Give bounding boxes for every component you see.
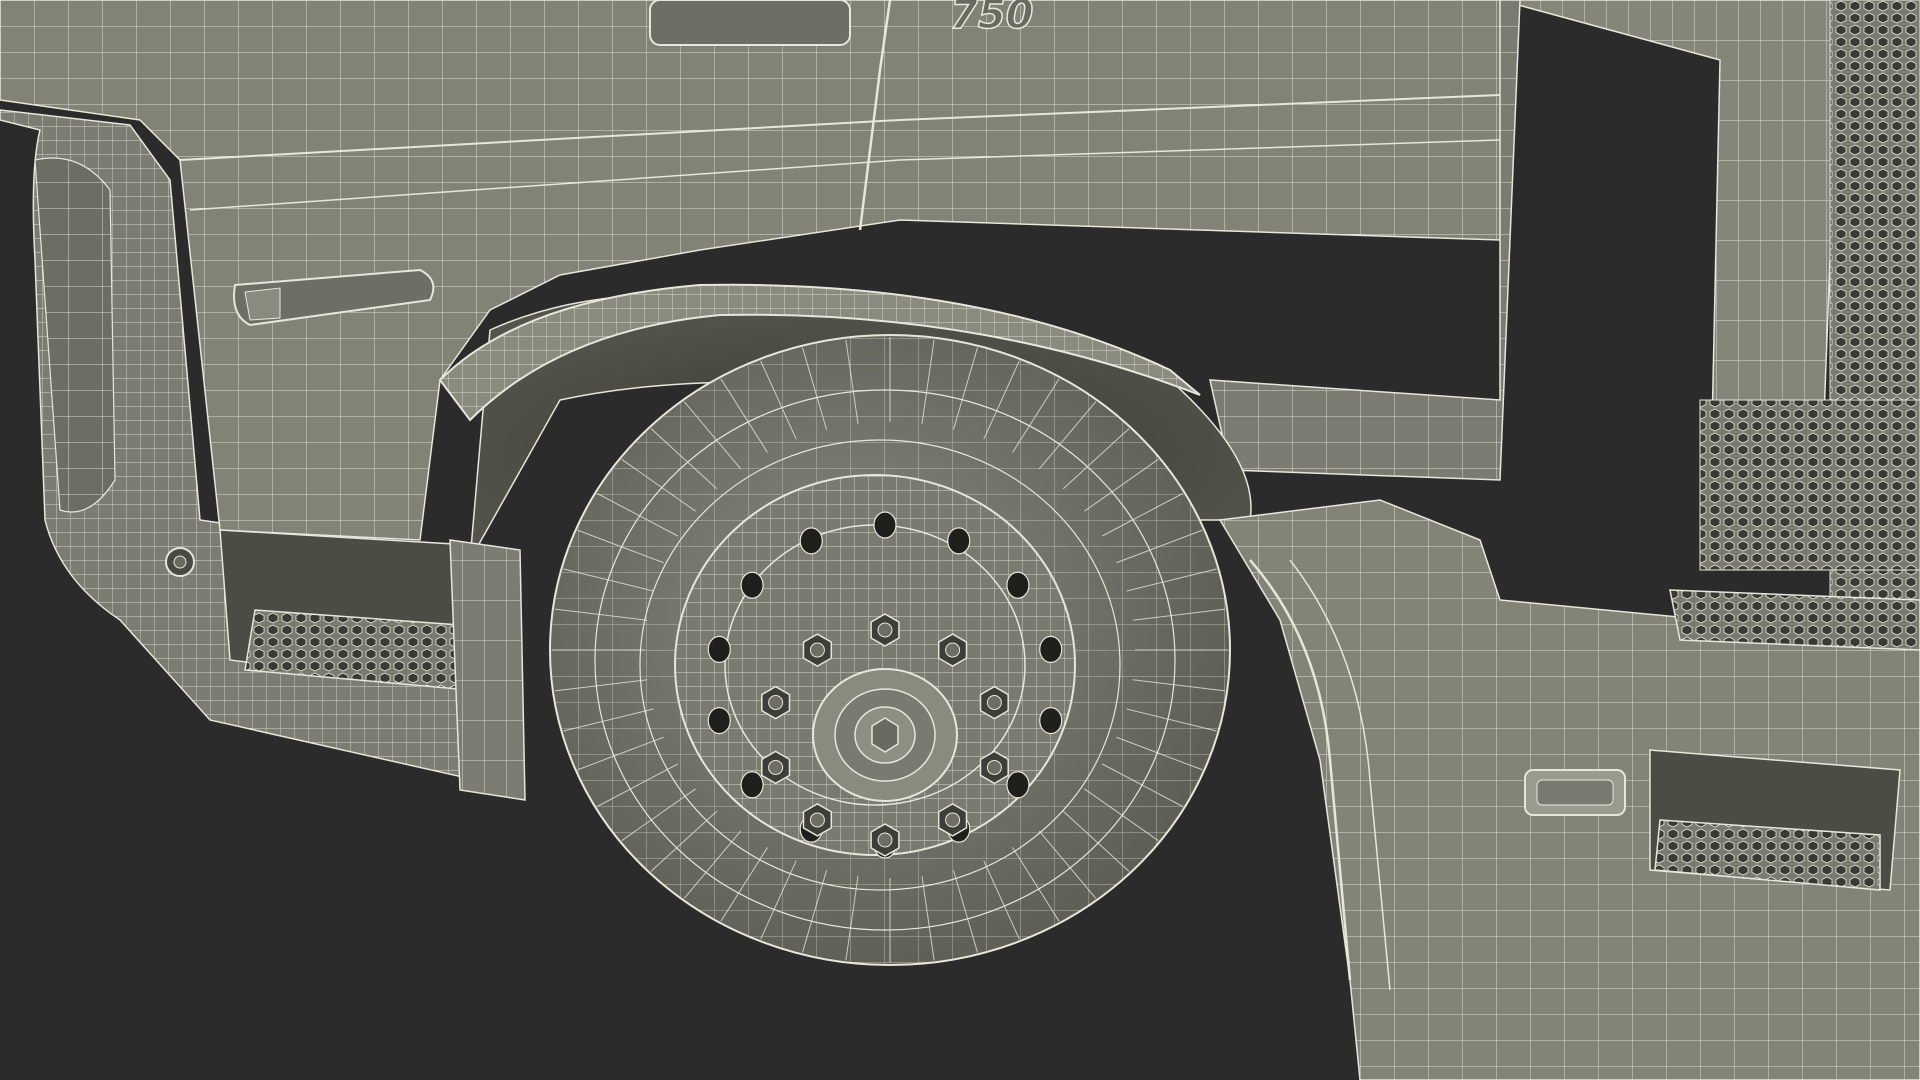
lug-nut-cap	[809, 642, 825, 658]
lug-nut-cap	[877, 832, 893, 848]
rim-hole	[1039, 635, 1063, 663]
lug-nut-cap	[945, 812, 961, 828]
lug-nut-cap	[945, 642, 961, 658]
render-viewport: 750	[0, 0, 1920, 1080]
lug-nut-cap	[986, 695, 1002, 711]
rim-hole	[873, 511, 897, 539]
hub-center-nut	[871, 717, 899, 753]
rim-hole	[1006, 771, 1030, 799]
rim-hole	[740, 571, 764, 599]
lug-nut-cap	[809, 812, 825, 828]
rim-hole	[1039, 707, 1063, 735]
rim-hole	[947, 527, 971, 555]
rim-hole	[740, 771, 764, 799]
lug-nut-cap	[986, 759, 1002, 775]
lug-nut-cap	[768, 759, 784, 775]
lug-nut-cap	[768, 695, 784, 711]
rim-hole	[1006, 571, 1030, 599]
front-wheel	[549, 334, 1231, 966]
model-badge-text: 750	[950, 0, 1034, 38]
rim-hole	[707, 707, 731, 735]
truck-wireframe-render: 750	[0, 0, 1920, 1080]
rim-hole	[799, 527, 823, 555]
lug-nut-cap	[877, 622, 893, 638]
rim-hole	[707, 635, 731, 663]
